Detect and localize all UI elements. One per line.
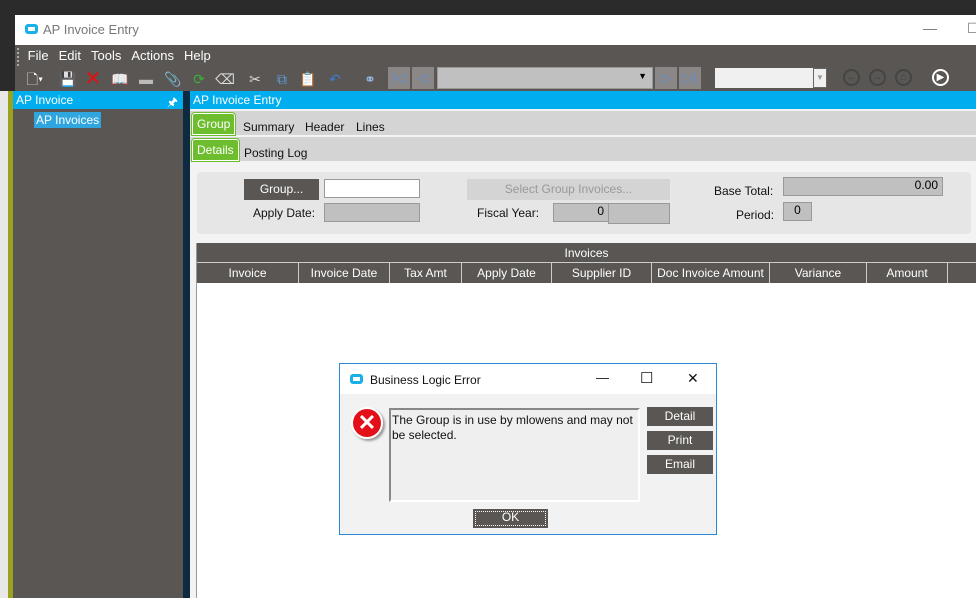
group-button[interactable]: Group... (244, 179, 319, 200)
tab-summary[interactable]: Summary (239, 117, 298, 137)
paste-icon[interactable]: 📋 (298, 69, 318, 89)
error-dialog: Business Logic Error — ☐ ✕ ✕ The Group i… (339, 363, 717, 535)
binoculars-icon[interactable]: ⚭ (360, 69, 380, 89)
base-total-label: Base Total: (714, 184, 774, 198)
fiscal-year-label: Fiscal Year: (477, 206, 540, 220)
ok-button[interactable]: OK (473, 509, 548, 528)
error-message: The Group is in use by mlowens and may n… (389, 408, 640, 502)
left-scrollbar[interactable] (0, 91, 8, 598)
sidebar-item-ap-invoices[interactable]: AP Invoices (34, 112, 102, 128)
column-header[interactable]: Doc Invoice Amount (652, 263, 770, 283)
dialog-close-button[interactable]: ✕ (687, 370, 699, 387)
refresh-icon[interactable]: ⟳ (189, 69, 209, 89)
maximize-button[interactable]: ☐ (967, 20, 976, 37)
tab-posting-log[interactable]: Posting Log (240, 143, 311, 163)
column-header[interactable]: Invoice (197, 263, 299, 283)
dialog-titlebar: Business Logic Error — ☐ ✕ (340, 364, 716, 394)
dialog-title: Business Logic Error (370, 373, 481, 387)
minimize-button[interactable]: — (923, 20, 937, 36)
tab-lines[interactable]: Lines (352, 117, 389, 137)
first-record-icon[interactable]: |◁ (388, 67, 410, 89)
splitter[interactable] (183, 91, 190, 598)
app-icon (350, 374, 363, 384)
menu-help[interactable]: Help (179, 45, 216, 63)
menu-actions[interactable]: Actions (126, 45, 179, 63)
home-icon[interactable]: ⌂ (895, 69, 912, 86)
book-icon[interactable]: 📖 (110, 69, 130, 89)
new-icon[interactable]: 🗋▾ (25, 69, 45, 89)
menu-file[interactable]: File (23, 45, 54, 63)
nav-combo[interactable]: ▼ (715, 68, 827, 88)
column-header[interactable]: Tax Amt (390, 263, 462, 283)
print-button[interactable]: Print (647, 431, 713, 450)
column-header[interactable]: Invoice Date (299, 263, 390, 283)
grid-title: Invoices (197, 243, 976, 263)
attach-icon[interactable]: 📎 (163, 69, 183, 89)
prev-record-icon[interactable]: ◁ (412, 67, 434, 89)
tab-row: Group Summary Header Lines (190, 111, 976, 137)
cut-icon[interactable]: ✂ (245, 69, 265, 89)
column-header[interactable]: Amount (867, 263, 948, 283)
tab-group[interactable]: Group (190, 112, 237, 136)
menu-edit[interactable]: Edit (54, 45, 86, 63)
window-title: AP Invoice Entry (43, 22, 139, 37)
pin-icon[interactable]: 🖈 (167, 93, 178, 114)
apply-date-label: Apply Date: (253, 206, 316, 220)
grid-columns: Invoice Invoice Date Tax Amt Apply Date … (197, 263, 976, 283)
group-input[interactable] (324, 179, 420, 198)
forward-icon[interactable]: → (869, 69, 886, 86)
back-icon[interactable]: ← (843, 69, 860, 86)
sidebar: AP Invoice 🖈 AP Invoices (13, 91, 183, 598)
tab-header[interactable]: Header (301, 117, 348, 137)
undo-icon[interactable]: ↶ (325, 69, 345, 89)
dialog-minimize-button[interactable]: — (596, 370, 609, 385)
eraser-icon[interactable]: ⌫ (215, 69, 235, 89)
window-titlebar: AP Invoice Entry — ☐ (15, 15, 976, 45)
main-header: AP Invoice Entry (190, 91, 976, 109)
fiscal-year-suffix-field[interactable] (608, 203, 670, 224)
column-header[interactable]: Apply Date (462, 263, 552, 283)
next-record-icon[interactable]: ▷ (655, 67, 677, 89)
play-icon[interactable]: ▶ (932, 69, 949, 86)
copy-icon[interactable]: ⧉ (272, 69, 292, 89)
apply-date-field[interactable] (324, 203, 420, 222)
detail-button[interactable]: Detail (647, 407, 713, 426)
folder-icon[interactable]: ▬ (136, 69, 156, 89)
dialog-maximize-button[interactable]: ☐ (640, 369, 653, 387)
period-field: 0 (783, 202, 812, 221)
record-combo[interactable]: ▼ (437, 67, 653, 89)
subtab-row: Details Posting Log (190, 137, 976, 163)
column-header[interactable]: Supplier ID (552, 263, 652, 283)
sidebar-title: AP Invoice (16, 93, 74, 107)
app-icon (25, 24, 38, 34)
period-label: Period: (736, 208, 775, 222)
menu-tools[interactable]: Tools (86, 45, 126, 63)
fiscal-year-field[interactable]: 0 (553, 203, 609, 222)
base-total-field: 0.00 (783, 177, 943, 196)
tab-details[interactable]: Details (191, 138, 240, 162)
menu-bar: File Edit Tools Actions Help (15, 45, 976, 66)
delete-icon[interactable]: ✕ (83, 69, 103, 89)
save-icon[interactable]: 💾 (58, 69, 78, 89)
error-icon: ✕ (351, 407, 383, 439)
menu-grip (17, 47, 19, 66)
sidebar-header: AP Invoice 🖈 (13, 91, 183, 109)
select-group-invoices-button[interactable]: Select Group Invoices... (467, 179, 670, 200)
group-panel: Group... Apply Date: Select Group Invoic… (197, 172, 971, 234)
email-button[interactable]: Email (647, 455, 713, 474)
column-header[interactable]: Variance (770, 263, 867, 283)
last-record-icon[interactable]: ▷| (679, 67, 701, 89)
